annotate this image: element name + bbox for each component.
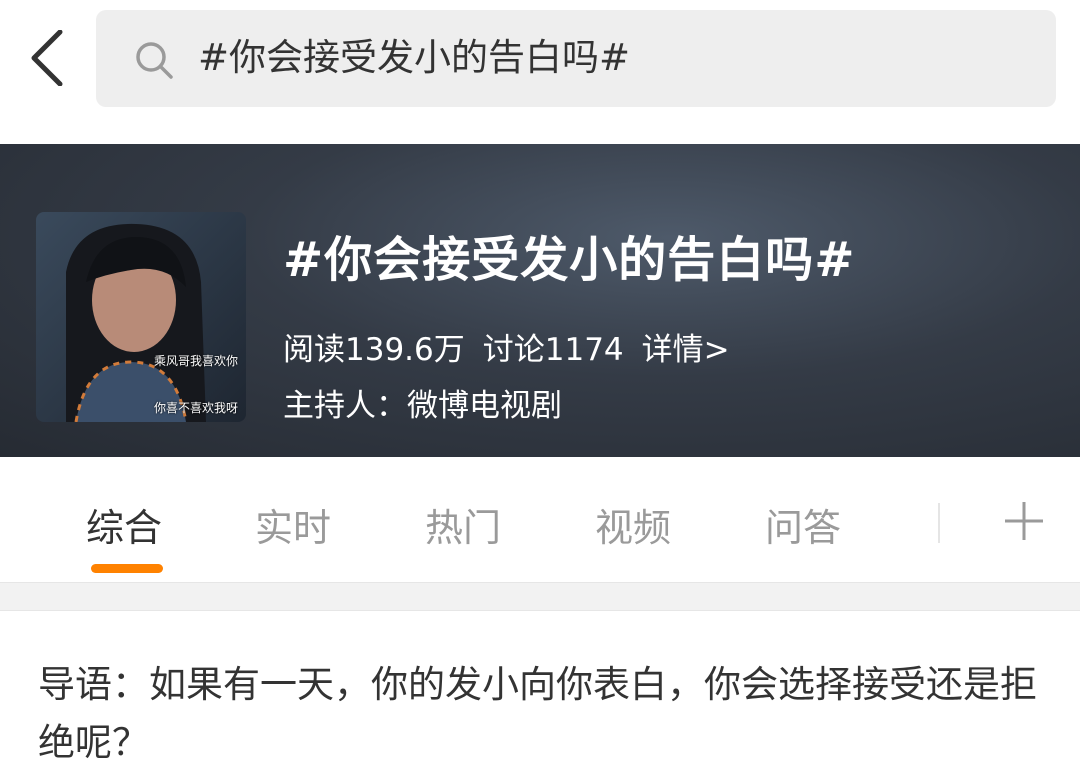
plus-icon <box>1005 502 1043 540</box>
tab-comprehensive[interactable]: 综合 <box>86 497 162 552</box>
back-arrow-icon <box>31 29 63 87</box>
read-count: 阅读139.6万 <box>283 332 465 368</box>
tab-bar: 综合 实时 热门 视频 问答 <box>0 457 1080 582</box>
back-button[interactable] <box>24 29 72 87</box>
topic-banner: 乘风哥我喜欢你 你喜不喜欢我呀 #你会接受发小的告白吗# 阅读139.6万 讨论1… <box>0 144 1080 457</box>
search-query-text[interactable]: #你会接受发小的告白吗# <box>198 28 630 88</box>
discussion-count: 讨论1174 <box>482 332 624 368</box>
tab-realtime[interactable]: 实时 <box>255 497 331 552</box>
tab-video[interactable]: 视频 <box>595 497 671 552</box>
cover-caption-top: 乘风哥我喜欢你 <box>154 354 239 368</box>
active-tab-indicator <box>91 564 163 573</box>
search-icon <box>136 42 173 79</box>
tab-divider <box>938 503 940 543</box>
section-divider <box>0 582 1080 611</box>
cover-photo <box>36 212 246 422</box>
topic-intro: 导语：如果有一天，你的发小向你表白，你会选择接受还是拒绝呢？ <box>38 663 1037 764</box>
tab-qa[interactable]: 问答 <box>765 497 841 552</box>
topic-stats: 阅读139.6万 讨论1174 详情> <box>283 324 748 369</box>
topic-cover-image[interactable]: 乘风哥我喜欢你 你喜不喜欢我呀 <box>36 212 246 422</box>
details-link[interactable]: 详情> <box>642 332 730 368</box>
top-bar: #你会接受发小的告白吗# <box>0 0 1080 144</box>
cover-caption-bottom: 你喜不喜欢我呀 <box>154 401 239 415</box>
topic-title: #你会接受发小的告白吗# <box>283 232 856 288</box>
tab-hot[interactable]: 热门 <box>425 497 501 552</box>
topic-host[interactable]: 主持人：微博电视剧 <box>283 380 562 425</box>
add-tab-button[interactable] <box>1003 500 1045 542</box>
